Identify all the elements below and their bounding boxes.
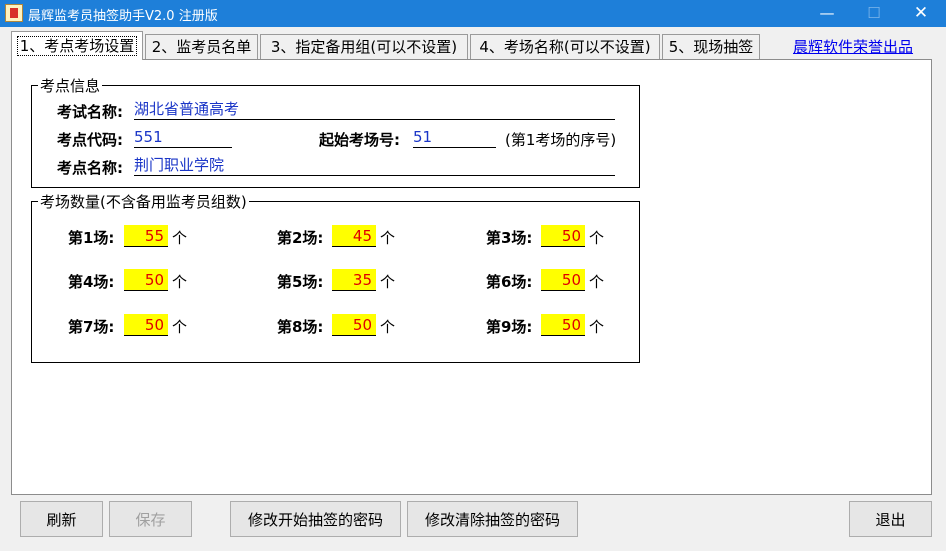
tab-label: 1、考点考场设置 [16, 36, 138, 56]
room-2-label: 第2场: [277, 229, 324, 247]
room-3-unit: 个 [589, 229, 605, 247]
room-count-group: 考场数量(不含备用监考员组数) 第1场: 55 个 第2场: 45 个 第3场:… [31, 191, 640, 363]
title-bar: 晨辉监考员抽签助手V2.0 注册版 — ☐ ✕ [0, 0, 946, 27]
tab-panel: 考点信息 考试名称: 湖北省普通高考 考点代码: 551 起始考场号: 51 (… [11, 59, 932, 495]
tab-label: 5、现场抽签 [668, 38, 754, 56]
tab-label: 2、监考员名单 [151, 38, 252, 56]
exit-button[interactable]: 退出 [849, 501, 932, 537]
room-4-label: 第4场: [68, 273, 115, 291]
tab-backup-group[interactable]: 3、指定备用组(可以不设置) [260, 34, 468, 59]
maximize-button[interactable]: ☐ [851, 0, 897, 27]
site-code-label: 考点代码: [57, 131, 123, 149]
room-7-label: 第7场: [68, 318, 115, 336]
app-icon [5, 4, 23, 22]
room-5-label: 第5场: [277, 273, 324, 291]
room-9-unit: 个 [589, 318, 605, 336]
room-1-count-input[interactable]: 55 [124, 225, 168, 247]
start-room-note: (第1考场的序号) [505, 131, 617, 149]
room-3-label: 第3场: [486, 229, 533, 247]
room-6-label: 第6场: [486, 273, 533, 291]
room-4-count-input[interactable]: 50 [124, 269, 168, 291]
room-6-count-input[interactable]: 50 [541, 269, 585, 291]
room-2-unit: 个 [380, 229, 396, 247]
room-7-unit: 个 [172, 318, 188, 336]
refresh-button[interactable]: 刷新 [20, 501, 103, 537]
room-2-count-input[interactable]: 45 [332, 225, 376, 247]
tab-proctor-list[interactable]: 2、监考员名单 [145, 34, 258, 59]
window-title: 晨辉监考员抽签助手V2.0 注册版 [28, 9, 218, 24]
tab-room-names[interactable]: 4、考场名称(可以不设置) [470, 34, 660, 59]
room-9-label: 第9场: [486, 318, 533, 336]
tab-site-room-settings[interactable]: 1、考点考场设置 [11, 31, 143, 60]
minimize-button[interactable]: — [804, 0, 850, 27]
site-name-label: 考点名称: [57, 159, 123, 177]
tab-label: 3、指定备用组(可以不设置) [270, 38, 458, 56]
site-code-field[interactable]: 551 [134, 127, 232, 148]
site-name-field[interactable]: 荆门职业学院 [134, 155, 615, 176]
exam-name-field[interactable]: 湖北省普通高考 [134, 99, 615, 120]
tab-live-draw[interactable]: 5、现场抽签 [662, 34, 760, 59]
room-4-unit: 个 [172, 273, 188, 291]
exam-name-label: 考试名称: [57, 103, 123, 121]
room-7-count-input[interactable]: 50 [124, 314, 168, 336]
start-room-label: 起始考场号: [319, 131, 400, 149]
room-8-count-input[interactable]: 50 [332, 314, 376, 336]
change-clear-password-button[interactable]: 修改清除抽签的密码 [407, 501, 578, 537]
room-8-label: 第8场: [277, 318, 324, 336]
room-1-label: 第1场: [68, 229, 115, 247]
room-3-count-input[interactable]: 50 [541, 225, 585, 247]
site-info-group: 考点信息 考试名称: 湖北省普通高考 考点代码: 551 起始考场号: 51 (… [31, 75, 640, 188]
credit-link[interactable]: 晨辉软件荣誉出品 [793, 36, 913, 57]
room-6-unit: 个 [589, 273, 605, 291]
change-start-password-button[interactable]: 修改开始抽签的密码 [230, 501, 401, 537]
start-room-field[interactable]: 51 [413, 127, 496, 148]
room-8-unit: 个 [380, 318, 396, 336]
site-info-legend: 考点信息 [38, 75, 103, 96]
room-5-unit: 个 [380, 273, 396, 291]
room-1-unit: 个 [172, 229, 188, 247]
room-5-count-input[interactable]: 35 [332, 269, 376, 291]
save-button[interactable]: 保存 [109, 501, 192, 537]
room-9-count-input[interactable]: 50 [541, 314, 585, 336]
close-button[interactable]: ✕ [898, 0, 944, 27]
tab-label: 4、考场名称(可以不设置) [479, 38, 651, 56]
room-count-legend: 考场数量(不含备用监考员组数) [38, 191, 249, 212]
